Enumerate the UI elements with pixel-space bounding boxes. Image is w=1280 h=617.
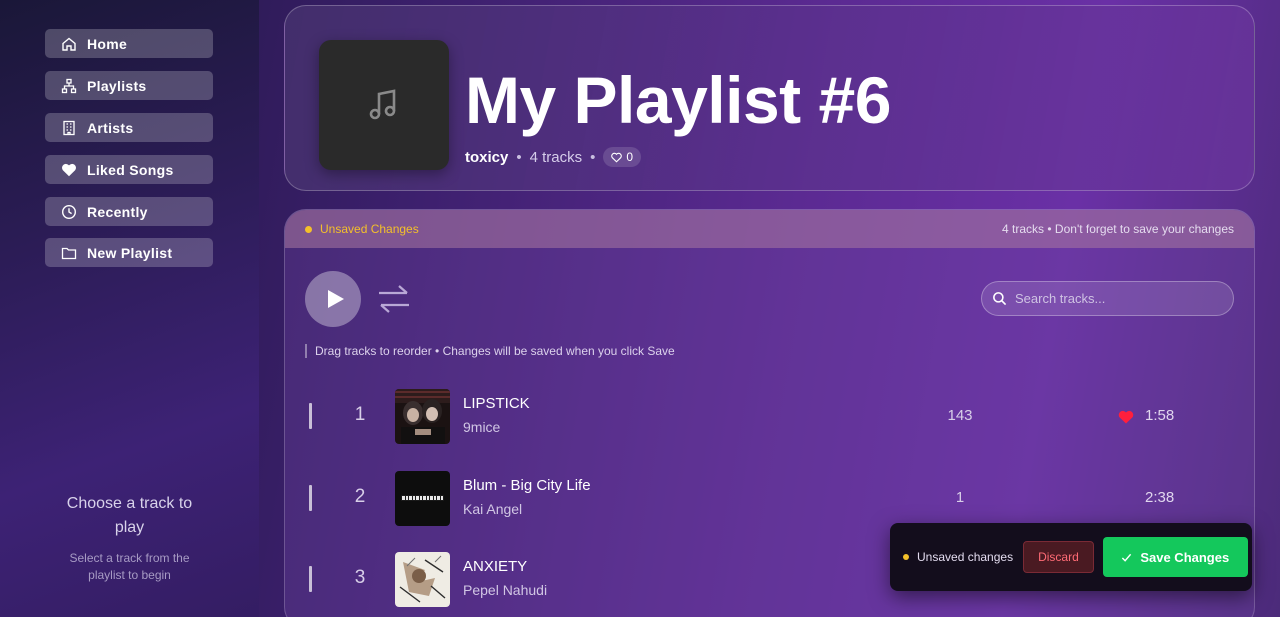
sidebar-item-artists[interactable]: Artists <box>45 113 213 142</box>
sidebar: Home Playlists Artists Liked Songs Recen… <box>0 0 259 617</box>
reorder-hint: Drag tracks to reorder • Changes will be… <box>305 344 675 358</box>
track-artwork <box>395 552 450 607</box>
track-number: 3 <box>354 567 366 588</box>
track-title: LIPSTICK <box>463 395 530 412</box>
track-artwork <box>395 389 450 444</box>
playlist-title: My Playlist #6 <box>465 63 891 137</box>
sidebar-item-new-playlist[interactable]: New Playlist <box>45 238 213 267</box>
meta-separator: • <box>590 148 596 166</box>
sidebar-item-liked-songs[interactable]: Liked Songs <box>45 155 213 184</box>
save-button[interactable]: Save Changes <box>1102 537 1248 577</box>
warning-dot-icon <box>305 225 312 233</box>
drag-handle[interactable] <box>309 403 312 429</box>
warning-dot-icon <box>903 554 909 560</box>
playlist-meta: toxicy • 4 tracks • 0 <box>465 147 642 167</box>
sidebar-item-label: Playlists <box>87 77 147 94</box>
search-icon <box>993 292 1007 306</box>
sidebar-item-recently[interactable]: Recently <box>45 197 213 226</box>
search-input[interactable] <box>1015 291 1215 306</box>
playlist-cover[interactable] <box>319 40 449 170</box>
sidebar-item-label: Artists <box>87 119 134 136</box>
play-icon <box>327 290 344 308</box>
check-icon <box>1122 553 1132 562</box>
track-plays: 1 <box>955 489 965 506</box>
sidebar-item-label: Home <box>87 35 128 52</box>
sidebar-item-label: Recently <box>87 203 148 220</box>
track-artwork <box>395 471 450 526</box>
save-changes-toast: Unsaved changes Discard Save Changes <box>890 523 1252 591</box>
track-title: ANXIETY <box>463 558 528 575</box>
track-plays: 143 <box>947 407 973 424</box>
unsaved-status: Unsaved Changes <box>320 222 419 236</box>
save-button-label: Save Changes <box>1140 549 1230 565</box>
sidebar-item-label: Liked Songs <box>87 161 174 178</box>
shuffle-icon[interactable] <box>377 283 411 315</box>
track-artist[interactable]: Kai Angel <box>463 501 522 517</box>
play-button[interactable] <box>305 271 361 327</box>
sidebar-item-label: New Playlist <box>87 244 173 261</box>
track-title: Blum - Big City Life <box>463 477 591 494</box>
search-field[interactable] <box>981 281 1234 316</box>
clock-icon <box>61 204 77 220</box>
heart-icon <box>61 162 77 178</box>
track-artist[interactable]: Pepel Nahudi <box>463 582 547 598</box>
drag-handle[interactable] <box>309 485 312 511</box>
sidebar-item-playlists[interactable]: Playlists <box>45 71 213 100</box>
track-number: 1 <box>354 404 366 425</box>
unsaved-info: 4 tracks • Don't forget to save your cha… <box>1002 222 1234 236</box>
folder-icon <box>61 245 77 261</box>
music-note-icon <box>369 89 396 120</box>
track-count: 4 tracks <box>529 148 583 166</box>
track-row[interactable]: 1 LIPSTICK 9mice 143 1:58 <box>285 381 1254 451</box>
now-playing-empty: Choose a track to play Select a track fr… <box>0 492 259 584</box>
track-duration: 1:58 <box>1145 407 1175 424</box>
empty-title: Choose a track to play <box>66 495 193 536</box>
track-duration: 2:38 <box>1145 489 1175 506</box>
sidebar-item-home[interactable]: Home <box>45 29 213 58</box>
like-button[interactable]: 0 <box>603 147 642 167</box>
heart-outline-icon <box>611 152 623 163</box>
empty-subtitle: Select a track from the playlist to begi… <box>69 551 190 582</box>
track-artist[interactable]: 9mice <box>463 419 500 435</box>
home-icon <box>61 36 77 52</box>
discard-button[interactable]: Discard <box>1023 541 1094 573</box>
unsaved-banner: Unsaved Changes 4 tracks • Don't forget … <box>285 210 1254 248</box>
drag-handle[interactable] <box>309 566 312 592</box>
sitemap-icon <box>61 78 77 94</box>
playlist-header: My Playlist #6 toxicy • 4 tracks • 0 <box>284 5 1255 191</box>
save-bar-status: Unsaved changes <box>917 550 1014 564</box>
meta-separator: • <box>516 148 522 166</box>
like-count: 0 <box>626 150 634 164</box>
building-icon <box>61 120 77 136</box>
playlist-owner[interactable]: toxicy <box>465 149 508 166</box>
liked-heart-icon[interactable] <box>1118 410 1134 424</box>
track-number: 2 <box>354 486 366 507</box>
